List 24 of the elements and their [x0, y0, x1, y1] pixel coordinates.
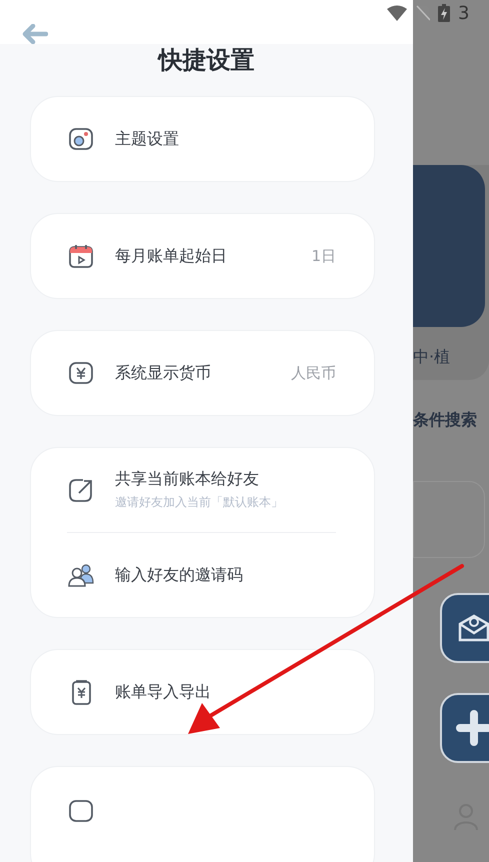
battery-icon: [438, 4, 450, 22]
page-title: 快捷设置: [158, 45, 254, 76]
setting-label[interactable]: 系统显示货币: [115, 362, 211, 384]
setting-description: 邀请好友加入当前「默认账本」: [115, 494, 283, 511]
add-button[interactable]: [440, 693, 489, 763]
setting-label[interactable]: 共享当前账本给好友: [115, 469, 259, 490]
setting-label[interactable]: 输入好友的邀请码: [115, 564, 243, 586]
setting-label[interactable]: 主题设置: [115, 128, 179, 150]
status-text: 3: [458, 2, 470, 24]
calendar-icon: [67, 242, 95, 270]
search-label: 条件搜索: [413, 410, 477, 431]
settings-icon: [67, 797, 95, 825]
theme-icon: [67, 125, 95, 153]
share-icon: [67, 476, 95, 504]
setting-value: 1日: [311, 246, 336, 266]
wifi-icon: [386, 5, 408, 21]
card-caption: 中·植: [413, 347, 450, 368]
setting-label[interactable]: 每月账单起始日: [115, 246, 227, 266]
setting-value: 人民币: [291, 364, 336, 382]
envelope-button[interactable]: [440, 593, 489, 663]
no-sim-icon: [416, 5, 430, 21]
plus-icon: [454, 708, 489, 748]
currency-icon: [67, 359, 95, 387]
setting-label[interactable]: 账单导入导出: [115, 682, 211, 702]
